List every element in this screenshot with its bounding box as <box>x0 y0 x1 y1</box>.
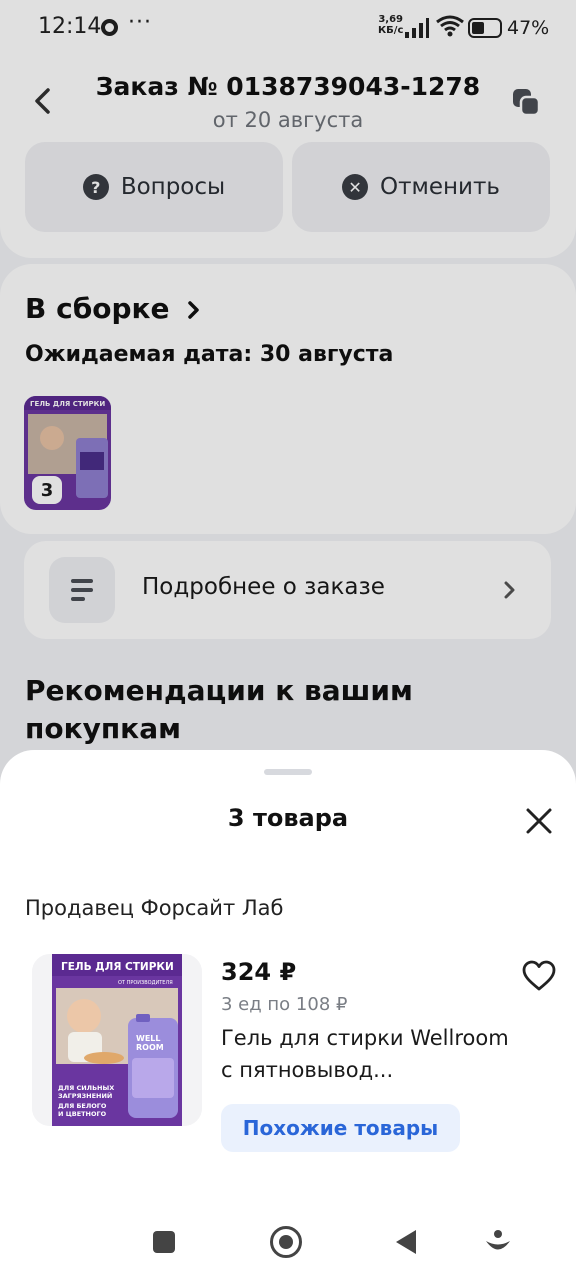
system-nav-bar <box>0 1210 576 1280</box>
product-brand-line1: WELL <box>136 1034 160 1043</box>
product-banner: ГЕЛЬ ДЛЯ СТИРКИ <box>61 961 174 973</box>
product-image[interactable]: ГЕЛЬ ДЛЯ СТИРКИ ОТ ПРОИЗВОДИТЕЛЯ WELL RO… <box>32 954 202 1126</box>
back-triangle-icon[interactable] <box>396 1230 416 1254</box>
unit-price: 3 ед по 108 ₽ <box>221 994 348 1015</box>
home-icon[interactable] <box>270 1226 302 1258</box>
sheet-drag-handle[interactable] <box>264 769 312 775</box>
product-sub-banner: ОТ ПРОИЗВОДИТЕЛЯ <box>118 980 173 986</box>
product-price: 324 ₽ <box>221 958 297 986</box>
similar-products-button[interactable]: Похожие товары <box>221 1104 460 1152</box>
assistant-icon[interactable] <box>484 1228 512 1256</box>
product-caption-line3: ДЛЯ БЕЛОГО <box>58 1102 107 1110</box>
close-icon[interactable] <box>522 804 556 838</box>
heart-icon[interactable] <box>521 959 557 993</box>
recent-apps-icon[interactable] <box>153 1231 175 1253</box>
sheet-title: 3 товара <box>227 804 349 832</box>
product-brand-line2: ROOM <box>136 1043 164 1052</box>
product-caption-line1: ДЛЯ СИЛЬНЫХ <box>58 1084 114 1092</box>
items-bottom-sheet: 3 товара Продавец Форсайт Лаб ГЕЛЬ ДЛЯ С… <box>0 750 576 1280</box>
product-photo: ГЕЛЬ ДЛЯ СТИРКИ ОТ ПРОИЗВОДИТЕЛЯ WELL RO… <box>32 954 202 1126</box>
product-name[interactable]: Гель для стирки Wellroom с пятновывод... <box>221 1022 521 1086</box>
product-caption-line4: И ЦВЕТНОГО <box>58 1110 107 1118</box>
seller-name: Продавец Форсайт Лаб <box>25 896 284 920</box>
product-caption-line2: ЗАГРЯЗНЕНИЙ <box>58 1091 112 1100</box>
